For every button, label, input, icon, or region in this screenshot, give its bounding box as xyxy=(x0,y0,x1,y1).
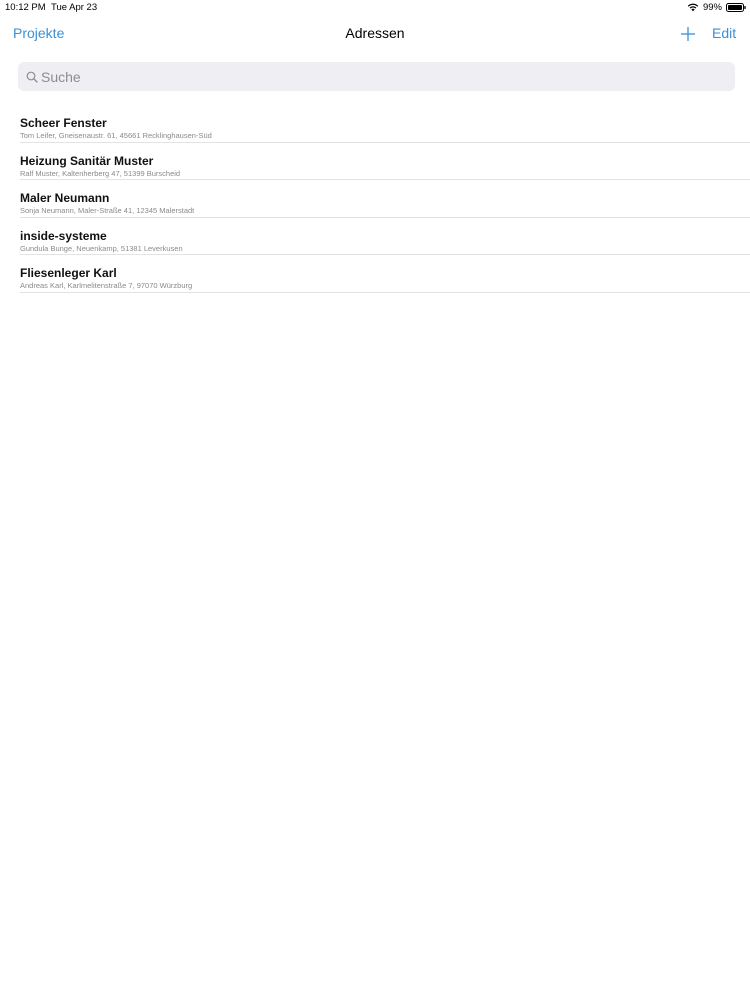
list-item[interactable]: Maler Neumann Sonja Neumann, Maler-Straße… xyxy=(0,180,750,218)
status-indicators: 99% xyxy=(687,1,746,13)
plus-icon[interactable] xyxy=(680,26,696,42)
address-detail: Gundula Bunge, Neuenkamp, 51381 Leverkus… xyxy=(20,243,183,253)
navigation-bar: Projekte Adressen Edit xyxy=(0,14,750,54)
address-detail: Sonja Neumann, Maler-Straße 41, 12345 Ma… xyxy=(20,206,195,215)
address-detail: Ralf Muster, Kaltenherberg 47, 51399 Bur… xyxy=(20,168,181,178)
address-detail: Tom Leifer, Gneisenaustr. 61, 45661 Reck… xyxy=(20,131,212,140)
status-time: 10:12 PM xyxy=(5,2,46,13)
wifi-icon xyxy=(687,2,699,12)
list-item[interactable]: Heizung Sanitär Muster Ralf Muster, Kalte… xyxy=(0,143,750,181)
list-item[interactable]: Fliesenleger Karl Andreas Karl, Karlmelit… xyxy=(0,255,750,293)
list-item[interactable]: Scheer Fenster Tom Leifer, Gneisenaustr. … xyxy=(0,105,750,143)
battery-percent: 99% xyxy=(702,1,722,13)
search-bar[interactable] xyxy=(18,62,735,91)
page-title: Adressen xyxy=(345,25,405,41)
address-detail: Andreas Karl, Karlmelitenstraße 7, 97070… xyxy=(20,281,193,290)
status-date: Tue Apr 23 xyxy=(51,2,98,13)
list-item[interactable]: inside-systeme Gundula Bunge, Neuenkamp, … xyxy=(0,218,750,256)
search-icon xyxy=(18,71,38,83)
address-name: Heizung Sanitär Muster xyxy=(20,153,154,168)
address-name: Maler Neumann xyxy=(20,191,110,205)
address-list: Scheer Fenster Tom Leifer, Gneisenaustr. … xyxy=(0,105,750,293)
address-name: Fliesenleger Karl xyxy=(20,266,117,280)
address-name: inside-systeme xyxy=(20,228,107,243)
edit-button[interactable]: Edit xyxy=(712,25,736,41)
battery-icon xyxy=(726,2,746,12)
status-bar: 10:12 PM Tue Apr 23 99% xyxy=(0,0,750,14)
search-input[interactable] xyxy=(41,68,721,85)
address-name: Scheer Fenster xyxy=(20,116,107,130)
